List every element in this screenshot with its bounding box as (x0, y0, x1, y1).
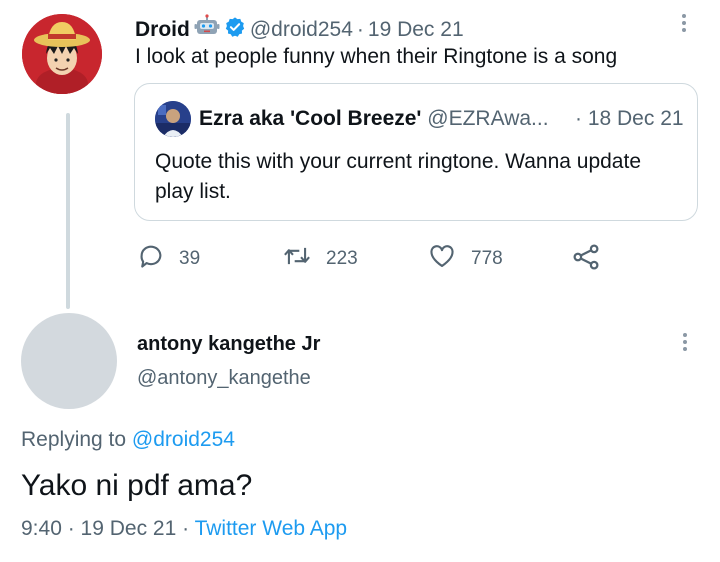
avatar[interactable] (22, 14, 102, 94)
reply-icon (137, 242, 165, 276)
verified-badge-icon (224, 16, 246, 44)
retweet-action[interactable]: 223 (282, 242, 358, 276)
source-link[interactable]: Twitter Web App (195, 517, 348, 540)
quote-header: Ezra aka 'Cool Breeze' @EZRAwa... (199, 107, 549, 131)
robot-emoji-icon (194, 14, 220, 46)
like-icon (427, 242, 457, 276)
retweet-icon (282, 242, 312, 276)
more-icon[interactable] (682, 333, 688, 351)
author-handle[interactable]: @droid254 (250, 18, 353, 42)
replying-to: Replying to @droid254 (21, 428, 235, 452)
tweet-date[interactable]: 19 Dec 21 (368, 18, 464, 42)
quote-avatar[interactable] (155, 101, 191, 137)
quote-text: Quote this with your current ringtone. W… (155, 150, 641, 203)
tweet-header: Droid @droid254 · 19 Dec 21 (135, 14, 464, 46)
reply-date[interactable]: 19 Dec 21 (81, 517, 177, 540)
more-icon[interactable] (681, 14, 687, 32)
reply-author-handle[interactable]: @antony_kangethe (137, 367, 311, 390)
share-action[interactable] (571, 242, 601, 278)
reply-meta: 9:40 · 19 Dec 21 · Twitter Web App (21, 517, 347, 541)
replying-to-link[interactable]: @droid254 (132, 428, 235, 451)
reply-count: 39 (179, 248, 201, 269)
like-count: 778 (471, 248, 503, 269)
author-name[interactable]: Droid (135, 18, 190, 42)
reply-text: Yako ni pdf ama? (21, 469, 253, 502)
tweet-text: I look at people funny when their Ringto… (135, 45, 618, 68)
quote-date[interactable]: · 18 Dec 21 (575, 107, 684, 131)
retweet-count: 223 (326, 248, 358, 269)
quote-avatar-image-icon (155, 101, 191, 137)
thread-line (66, 113, 70, 309)
reply-avatar[interactable] (21, 313, 117, 409)
meta-separator: · (176, 517, 195, 540)
reply-time[interactable]: 9:40 (21, 517, 62, 540)
quote-author-handle[interactable]: @EZRAwa... (427, 107, 548, 130)
like-action[interactable]: 778 (427, 242, 503, 276)
reply-author-name[interactable]: antony kangethe Jr (137, 333, 320, 356)
luffy-avatar-icon (22, 14, 102, 94)
meta-separator: · (61, 517, 81, 540)
replying-prefix: Replying to (21, 428, 132, 451)
reply-action[interactable]: 39 (137, 242, 200, 276)
quote-author-name[interactable]: Ezra aka 'Cool Breeze' (199, 107, 421, 130)
share-icon (571, 242, 601, 278)
separator: · (356, 18, 364, 41)
